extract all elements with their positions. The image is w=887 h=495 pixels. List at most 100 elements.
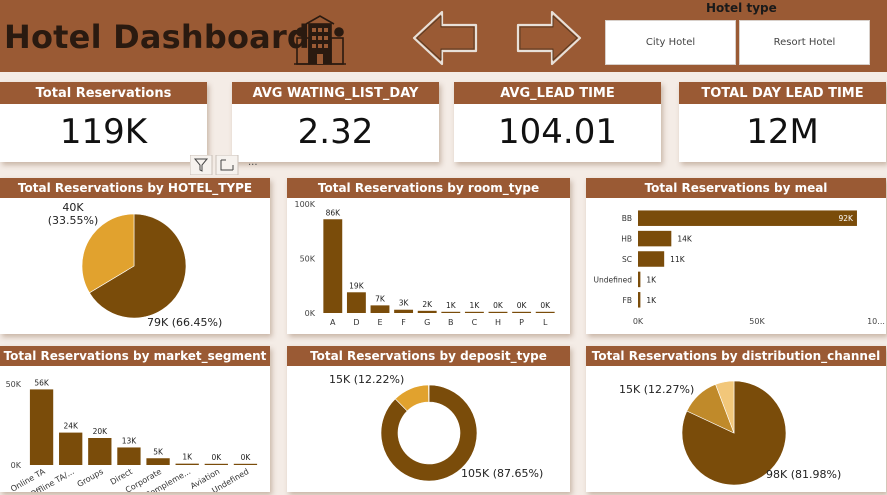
distribution-channel-pie-chart: 98K (81.98%) 15K (12.27%): [619, 380, 841, 486]
data-label: 20K: [93, 427, 109, 436]
slicer-title: Hotel type: [706, 1, 777, 15]
deposit-type-donut-chart: 105K (87.65%) 15K (12.22%): [329, 373, 543, 482]
x-tick-label: G: [424, 318, 430, 327]
chart-card-hotel-type: Total Reservations by HOTEL_TYPE 79K (66…: [0, 178, 270, 334]
y-tick-label: Undefined: [594, 275, 633, 284]
y-tick-label: 50K: [6, 380, 22, 389]
bar: [117, 447, 141, 465]
data-label: 1K: [646, 275, 657, 284]
y-tick-label: BB: [622, 214, 632, 223]
visual-header-tools: ...: [190, 155, 258, 175]
data-label: 86K: [326, 208, 342, 217]
slicer-option-resort-hotel[interactable]: Resort Hotel: [739, 20, 870, 65]
x-tick-label: C: [472, 318, 478, 327]
filter-icon[interactable]: [190, 155, 213, 175]
bar: [638, 210, 857, 226]
x-tick-label: 0K: [633, 317, 644, 326]
x-tick-label: E: [377, 318, 382, 327]
kpi-card-avg-waiting-list-day: AVG WATING_LIST_DAY 2.32: [232, 82, 439, 162]
x-tick-label: F: [401, 318, 406, 327]
bar: [29, 389, 54, 465]
bar: [464, 311, 484, 313]
more-options-icon[interactable]: ...: [248, 157, 258, 168]
dashboard-header: Hotel Dashboard Hotel type City Hotel Re…: [0, 0, 887, 72]
data-label: 79K (66.45%): [147, 316, 222, 329]
data-label: 0K: [211, 453, 222, 462]
arrow-right-icon[interactable]: [514, 8, 582, 68]
data-label: 0K: [241, 453, 252, 462]
chart-title: Total Reservations by HOTEL_TYPE: [0, 178, 270, 198]
bar: [146, 458, 170, 465]
bar: [59, 432, 83, 465]
data-label: 98K (81.98%): [766, 468, 841, 481]
x-tick-label: L: [543, 318, 548, 327]
data-label: 24K: [63, 422, 79, 431]
bar: [441, 311, 461, 313]
data-label: 11K: [670, 255, 686, 264]
bar: [638, 271, 641, 288]
bar: [638, 292, 641, 308]
bar: [233, 463, 258, 465]
bar: [488, 311, 508, 313]
chart-title: Total Reservations by market_segment: [0, 346, 270, 366]
kpi-value: 12M: [746, 112, 819, 152]
kpi-label: Total Reservations: [0, 82, 207, 104]
data-label: 1K: [182, 453, 193, 462]
bar: [512, 311, 532, 313]
bar: [417, 310, 437, 313]
arrow-left-icon[interactable]: [412, 8, 480, 68]
data-label: 56K: [34, 378, 50, 387]
data-label: 40K: [62, 201, 84, 214]
y-tick-label: 0K: [11, 461, 22, 470]
chart-card-deposit-type: Total Reservations by deposit_type 105K …: [287, 346, 570, 492]
bar: [346, 292, 366, 313]
bar: [88, 438, 112, 465]
bar: [204, 463, 228, 465]
data-label: 13K: [122, 436, 138, 445]
data-label: 1K: [646, 296, 657, 305]
data-label: 3K: [399, 299, 410, 308]
y-tick-label: 100K: [294, 200, 315, 209]
kpi-label: AVG_LEAD TIME: [454, 82, 661, 104]
meal-bar-chart: BB 92K HB 14K SC 11K Undefined 1K FB 1K 0K 50K 10...: [594, 210, 885, 326]
y-tick-label: 0K: [305, 309, 316, 318]
data-label: 7K: [375, 294, 386, 303]
kpi-value: 119K: [59, 112, 148, 152]
chart-card-room-type: Total Reservations by room_type 0K 50K 100…: [287, 178, 570, 334]
chart-title: Total Reservations by meal: [586, 178, 886, 198]
page-title: Hotel Dashboard: [4, 18, 311, 56]
bar: [323, 219, 343, 313]
hotel-type-pie-chart: 79K (66.45%) 40K(33.55%): [48, 201, 223, 329]
x-tick-label: A: [330, 318, 336, 327]
kpi-card-total-day-lead-time: TOTAL DAY LEAD TIME 12M: [679, 82, 886, 162]
x-tick-label: 50K: [749, 317, 765, 326]
data-label: 14K: [677, 235, 693, 244]
data-label: 0K: [493, 301, 504, 310]
bar: [175, 463, 199, 465]
data-label: 2K: [422, 300, 433, 309]
svg-text:...: ...: [248, 157, 258, 168]
kpi-value: 104.01: [498, 112, 617, 152]
hotel-building-icon: [294, 15, 346, 65]
slicer-option-city-hotel[interactable]: City Hotel: [605, 20, 736, 65]
kpi-label: AVG WATING_LIST_DAY: [232, 82, 439, 104]
y-tick-label: 50K: [300, 255, 316, 264]
chart-card-distribution-channel: Total Reservations by distribution_chann…: [586, 346, 886, 492]
chart-title: Total Reservations by distribution_chann…: [586, 346, 886, 366]
x-tick-label: H: [495, 318, 501, 327]
x-tick-label: P: [519, 318, 524, 327]
data-label: (33.55%): [48, 214, 99, 227]
data-label: 5K: [153, 447, 164, 456]
room-type-bar-chart: 0K 50K 100K 86K A 19K D 7K E 3K F 2K G 1K B 1K C 0K H 0K P 0K…: [294, 200, 555, 327]
bar: [638, 251, 665, 267]
focus-mode-icon[interactable]: [215, 155, 239, 175]
chart-title: Total Reservations by room_type: [287, 178, 570, 198]
chart-title: Total Reservations by deposit_type: [287, 346, 570, 366]
data-label: 1K: [470, 301, 481, 310]
kpi-card-total-reservations: Total Reservations 119K: [0, 82, 207, 162]
kpi-label: TOTAL DAY LEAD TIME: [679, 82, 886, 104]
x-tick-label: D: [353, 318, 359, 327]
kpi-card-avg-lead-time: AVG_LEAD TIME 104.01: [454, 82, 661, 162]
bar: [535, 311, 555, 313]
y-tick-label: FB: [623, 296, 632, 305]
